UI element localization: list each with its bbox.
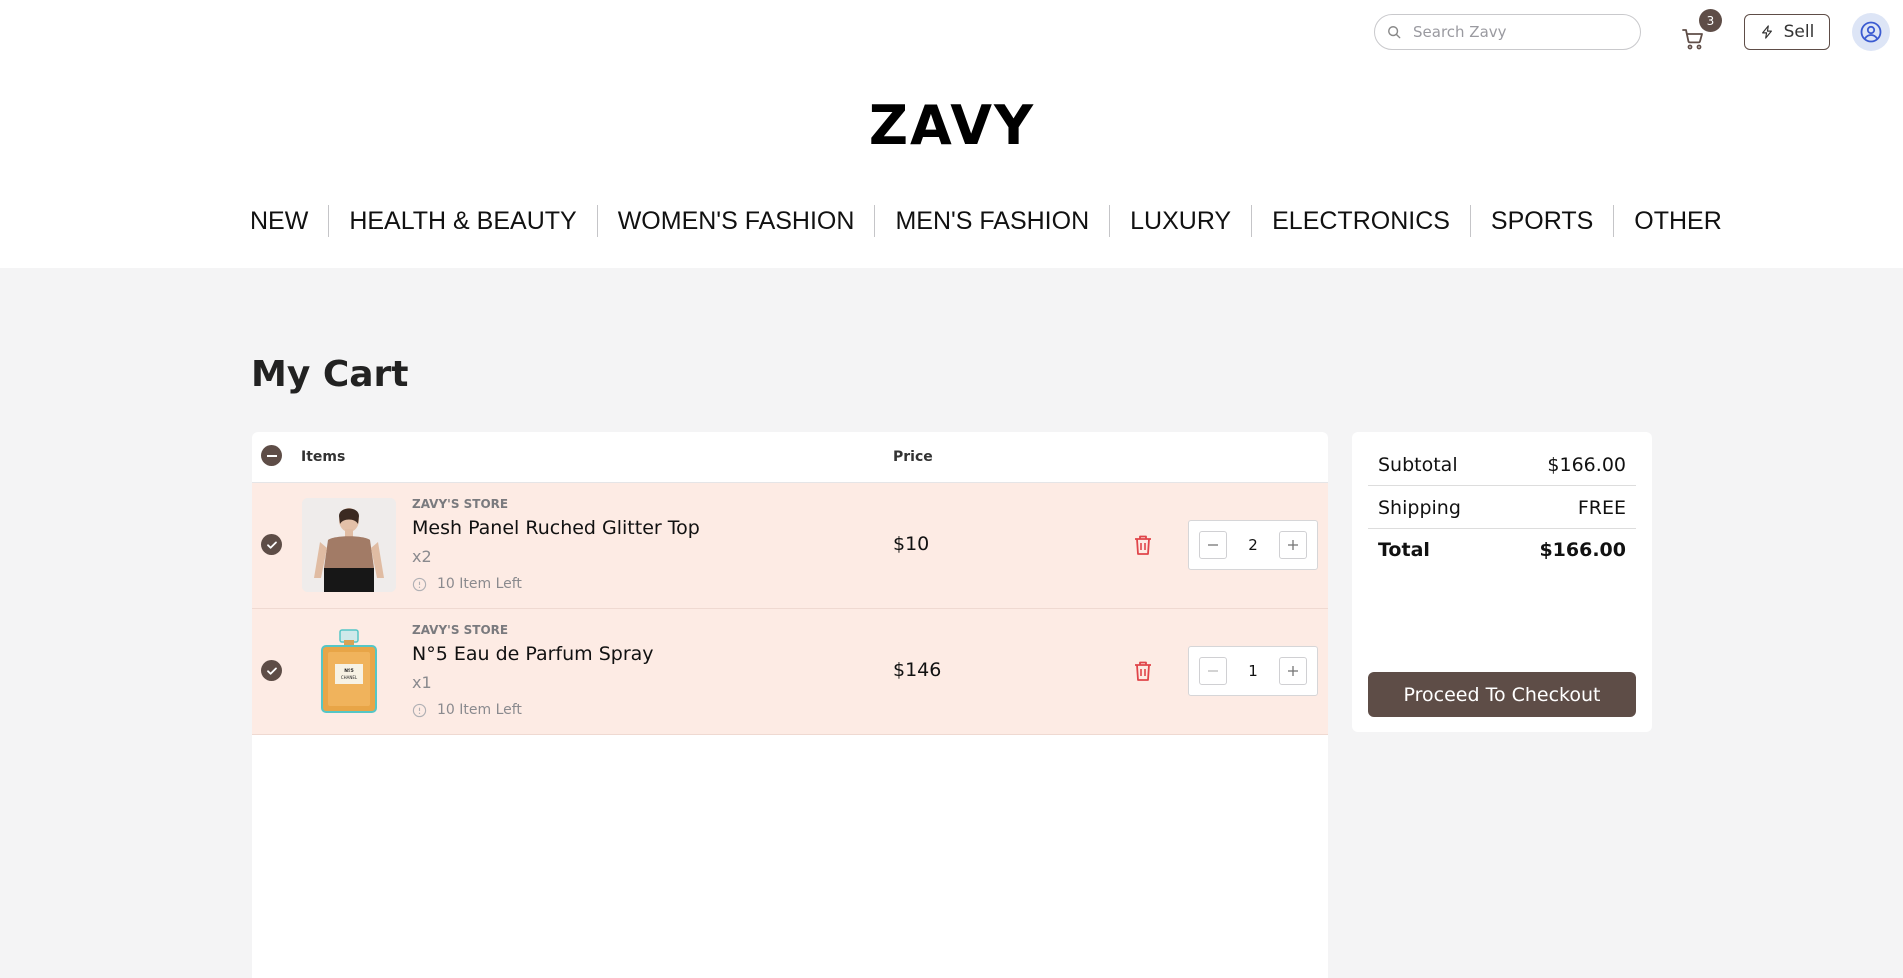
total-row: Total $166.00: [1368, 529, 1636, 571]
page-title: My Cart: [251, 354, 409, 395]
trash-icon[interactable]: [1132, 533, 1154, 557]
info-icon: [412, 577, 427, 591]
column-header-items: Items: [301, 449, 346, 465]
nav-item-new[interactable]: NEW: [230, 205, 328, 237]
plus-icon: [1287, 540, 1298, 550]
select-all-toggle[interactable]: [261, 445, 282, 466]
item-quantity-label: x1: [412, 673, 432, 692]
search-bar[interactable]: [1374, 14, 1641, 50]
top-header: 3 Sell ZAVY NEW HEALTH & BEAUTY WOMEN'S …: [0, 0, 1903, 268]
shipping-label: Shipping: [1378, 496, 1461, 519]
store-name: ZAVY'S STORE: [412, 497, 509, 511]
cart-icon: [1682, 29, 1703, 50]
zavy-logo[interactable]: ZAVY: [869, 94, 1033, 157]
total-label: Total: [1378, 539, 1430, 561]
user-avatar-icon: [1860, 21, 1882, 43]
subtotal-row: Subtotal $166.00: [1368, 444, 1636, 486]
info-icon: [412, 703, 427, 717]
nav-item-sports[interactable]: SPORTS: [1469, 205, 1613, 237]
decrease-quantity-button[interactable]: [1199, 657, 1227, 685]
cart-table-header: Items Price: [252, 432, 1328, 483]
cart-item-row: ZAVY'S STORE Mesh Panel Ruched Glitter T…: [252, 483, 1328, 609]
column-header-price: Price: [893, 449, 933, 465]
lightning-icon: [1761, 25, 1772, 39]
store-name: ZAVY'S STORE: [412, 623, 509, 637]
quantity-stepper: 1: [1188, 646, 1318, 696]
check-icon: [266, 541, 277, 549]
product-name[interactable]: Mesh Panel Ruched Glitter Top: [412, 517, 700, 539]
minus-icon: [1208, 544, 1218, 546]
quantity-value: 1: [1248, 662, 1258, 680]
search-input[interactable]: [1413, 23, 1633, 41]
sell-label: Sell: [1783, 22, 1815, 42]
stock-info: 10 Item Left: [412, 702, 522, 718]
shipping-value: FREE: [1577, 496, 1626, 519]
order-summary-panel: Subtotal $166.00 Shipping FREE Total $16…: [1352, 432, 1652, 732]
category-nav: NEW HEALTH & BEAUTY WOMEN'S FASHION MEN'…: [230, 200, 1742, 242]
svg-text:Nº5: Nº5: [344, 668, 353, 674]
cart-button[interactable]: 3: [1681, 9, 1722, 54]
stock-text: 10 Item Left: [437, 702, 522, 718]
cart-item-row: Nº5 CHANEL ZAVY'S STORE N°5 Eau de Parfu…: [252, 609, 1328, 735]
proceed-to-checkout-button[interactable]: Proceed To Checkout: [1368, 672, 1636, 717]
increase-quantity-button[interactable]: [1278, 657, 1307, 685]
subtotal-label: Subtotal: [1378, 453, 1458, 476]
item-quantity-label: x2: [412, 547, 432, 566]
cart-count-badge: 3: [1699, 9, 1722, 32]
stock-info: 10 Item Left: [412, 576, 522, 592]
subtotal-value: $166.00: [1547, 453, 1626, 476]
nav-item-electronics[interactable]: ELECTRONICS: [1251, 205, 1470, 237]
nav-item-mens-fashion[interactable]: MEN'S FASHION: [874, 205, 1109, 237]
check-icon: [266, 667, 277, 675]
nav-item-luxury[interactable]: LUXURY: [1109, 205, 1251, 237]
plus-icon: [1287, 666, 1298, 676]
quantity-value: 2: [1248, 536, 1258, 554]
product-image-perfume[interactable]: Nº5 CHANEL: [302, 624, 396, 718]
perfume-bottle-photo: Nº5 CHANEL: [302, 624, 396, 718]
product-image-glitter-top[interactable]: [302, 498, 396, 592]
item-select-checkbox[interactable]: [261, 660, 282, 681]
item-select-checkbox[interactable]: [261, 534, 282, 555]
sell-button[interactable]: Sell: [1744, 14, 1830, 50]
nav-item-other[interactable]: OTHER: [1613, 205, 1742, 237]
nav-item-womens-fashion[interactable]: WOMEN'S FASHION: [596, 205, 875, 237]
item-price: $10: [893, 533, 930, 555]
profile-button[interactable]: [1852, 13, 1890, 51]
shipping-row: Shipping FREE: [1368, 487, 1636, 529]
svg-text:CHANEL: CHANEL: [341, 675, 358, 680]
stock-text: 10 Item Left: [437, 576, 522, 592]
glitter-top-photo: [302, 498, 396, 592]
cart-items-panel: Items Price ZAVY'S STORE Mesh Panel Ruch…: [252, 432, 1328, 978]
quantity-stepper: 2: [1188, 520, 1318, 570]
decrease-quantity-button[interactable]: [1199, 531, 1227, 559]
nav-item-health-beauty[interactable]: HEALTH & BEAUTY: [328, 205, 596, 237]
product-name[interactable]: N°5 Eau de Parfum Spray: [412, 643, 654, 665]
search-icon: [1388, 26, 1401, 39]
total-value: $166.00: [1539, 539, 1626, 561]
trash-icon[interactable]: [1132, 659, 1154, 683]
item-price: $146: [893, 659, 942, 681]
increase-quantity-button[interactable]: [1278, 531, 1307, 559]
minus-icon: [1208, 670, 1218, 672]
